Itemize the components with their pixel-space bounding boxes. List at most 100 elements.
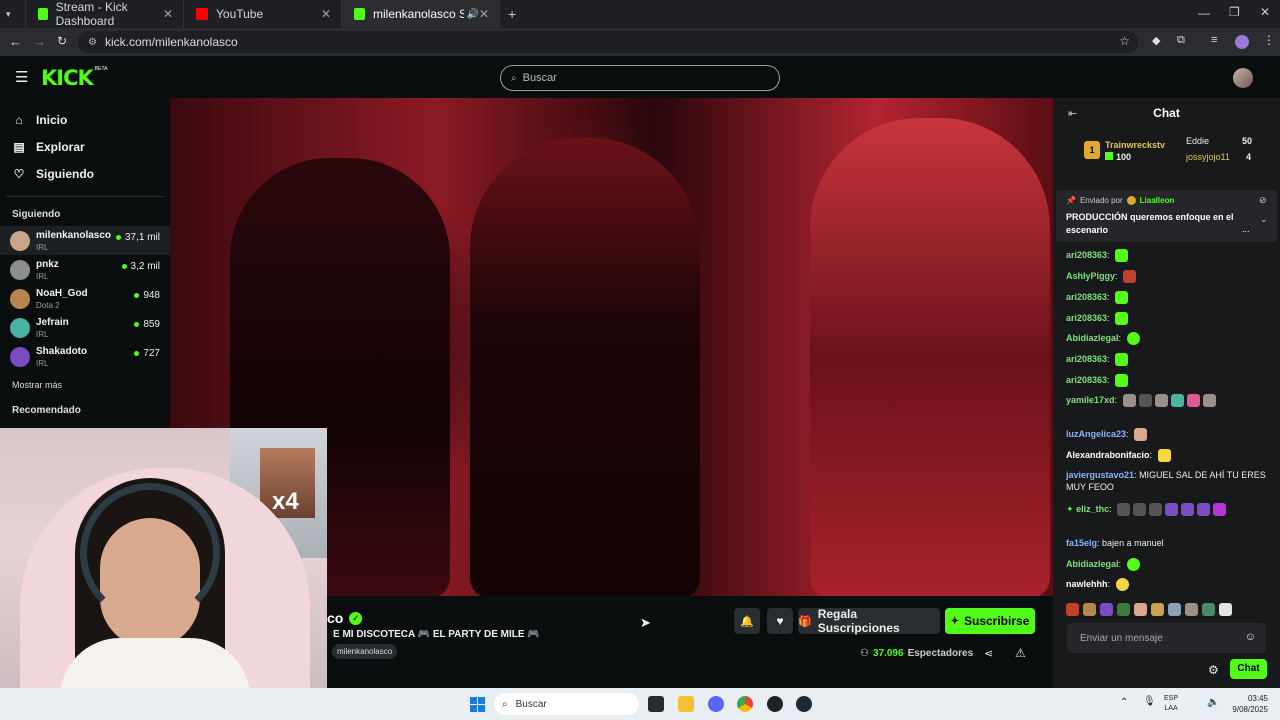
- viewer-count-text: 37,1 mil: [124, 232, 160, 243]
- emote-icon: [1157, 449, 1171, 463]
- chat-send-button[interactable]: Chat: [1230, 659, 1267, 679]
- reading-list-icon[interactable]: ≡: [1211, 34, 1217, 46]
- volume-icon[interactable]: 🔈: [1207, 697, 1219, 708]
- site-info-icon[interactable]: ⚙: [88, 37, 97, 48]
- browser-menu-icon[interactable]: ⋮: [1263, 33, 1275, 47]
- reload-icon[interactable]: ↻: [57, 34, 67, 48]
- forward-icon[interactable]: →: [33, 34, 46, 49]
- chat-username[interactable]: ari208363: [1066, 375, 1107, 385]
- profile-avatar-icon[interactable]: [1235, 35, 1249, 49]
- pinned-message[interactable]: 📌 Enviado por Liaalleon PRODUCCIÓN quere…: [1056, 190, 1277, 242]
- emote-icon[interactable]: [1202, 603, 1215, 616]
- chat-username[interactable]: Abidiazlegal: [1066, 559, 1119, 569]
- following-channel-item[interactable]: Shakadoto IRL 727: [0, 342, 170, 371]
- close-window-button[interactable]: ✕: [1260, 5, 1270, 19]
- file-explorer-icon[interactable]: [678, 696, 694, 712]
- minimize-button[interactable]: —: [1198, 6, 1210, 20]
- emote-icon[interactable]: [1219, 603, 1232, 616]
- nav-siguiendo[interactable]: ♡ Siguiendo: [0, 160, 170, 187]
- nav-explorar[interactable]: ▤ Explorar: [0, 133, 170, 160]
- chat-username[interactable]: ari208363: [1066, 354, 1107, 364]
- maximize-button[interactable]: ❐: [1229, 5, 1240, 19]
- subscribe-button[interactable]: ✦ Suscribirse: [945, 608, 1035, 634]
- start-button[interactable]: [470, 697, 485, 712]
- hamburger-menu-icon[interactable]: ☰: [15, 68, 28, 86]
- chat-username[interactable]: yamile17xd: [1066, 395, 1115, 405]
- chat-username[interactable]: luzAngelica23: [1066, 429, 1126, 439]
- browser-tab-youtube[interactable]: YouTube ✕: [184, 0, 342, 28]
- clock-date: 9/08/2025: [1232, 705, 1268, 714]
- bookmark-star-icon[interactable]: ☆: [1119, 34, 1130, 48]
- channel-name: NoaH_God: [36, 287, 88, 299]
- chevron-down-icon[interactable]: ⌄: [1260, 214, 1268, 225]
- share-icon[interactable]: ⋖: [984, 647, 993, 660]
- leaderboard-name[interactable]: Trainwreckstv: [1105, 140, 1165, 150]
- emote-icon[interactable]: [1151, 603, 1164, 616]
- stream-tag[interactable]: milenkanolasco: [332, 644, 398, 659]
- chat-username[interactable]: Alexandrabonifacio: [1066, 450, 1150, 460]
- emote-icon[interactable]: [1083, 603, 1096, 616]
- steam-icon[interactable]: [796, 696, 812, 712]
- emote-icon[interactable]: [1185, 603, 1198, 616]
- speaker-icon[interactable]: 🔊: [466, 9, 478, 20]
- discord-icon[interactable]: [708, 696, 724, 712]
- chrome-icon[interactable]: [737, 696, 753, 712]
- chat-username[interactable]: ari208363: [1066, 250, 1107, 260]
- streamer-name[interactable]: co: [327, 610, 343, 626]
- video-figure: [470, 138, 700, 596]
- close-icon[interactable]: ✕: [321, 7, 331, 21]
- chat-input[interactable]: Enviar un mensaje ☺: [1067, 623, 1266, 653]
- chat-settings-gear-icon[interactable]: ⚙: [1208, 663, 1219, 677]
- chat-username[interactable]: javiergustavo21: [1066, 470, 1134, 480]
- following-channel-item[interactable]: NoaH_God Dota 2 948: [0, 284, 170, 313]
- gift-icon: [1105, 152, 1113, 160]
- nav-inicio[interactable]: ⌂ Inicio: [0, 106, 170, 133]
- tab-list-button[interactable]: ▾: [0, 0, 26, 28]
- extensions-puzzle-icon[interactable]: ⧉: [1177, 34, 1185, 47]
- emote-icon[interactable]: [1066, 603, 1079, 616]
- chat-username[interactable]: eliz_thc: [1076, 504, 1109, 514]
- search-placeholder: Buscar: [522, 72, 557, 84]
- kick-logo[interactable]: KICK BETA: [41, 66, 107, 90]
- chat-username[interactable]: nawlehhh: [1066, 579, 1108, 589]
- sparkle-icon: ✦: [1066, 504, 1074, 514]
- task-view-icon[interactable]: [648, 696, 664, 712]
- chat-username[interactable]: ari208363: [1066, 313, 1107, 323]
- emote-icon[interactable]: [1168, 603, 1181, 616]
- show-more-link[interactable]: Mostrar más: [0, 380, 170, 390]
- back-icon[interactable]: ←: [9, 34, 22, 49]
- close-icon[interactable]: ✕: [479, 7, 489, 21]
- user-avatar[interactable]: [1233, 68, 1253, 88]
- chat-username[interactable]: ari208363: [1066, 292, 1107, 302]
- language-indicator[interactable]: ESP LAA: [1164, 694, 1178, 714]
- tray-chevron-up-icon[interactable]: ⌃: [1120, 697, 1128, 708]
- report-warning-icon[interactable]: ⚠: [1015, 646, 1026, 660]
- extension-diamond-icon[interactable]: ◆: [1152, 34, 1160, 47]
- browser-tab-milenkanolasco[interactable]: milenkanolasco Stream - W 🔊 ✕: [342, 0, 500, 28]
- new-tab-button[interactable]: +: [508, 6, 516, 22]
- clock[interactable]: 03:45 9/08/2025: [1228, 693, 1268, 715]
- leaderboard-name[interactable]: jossyjojo11: [1186, 152, 1230, 162]
- address-bar[interactable]: ⚙ kick.com/milenkanolasco ☆: [78, 31, 1138, 53]
- chat-username[interactable]: AshlyPiggy: [1066, 271, 1115, 281]
- chat-username[interactable]: Abidiazlegal: [1066, 333, 1119, 343]
- following-channel-item[interactable]: pnkz IRL 3,2 mil: [0, 255, 170, 284]
- close-icon[interactable]: ✕: [163, 7, 173, 21]
- unpin-icon[interactable]: ⊘: [1259, 195, 1267, 206]
- browser-tab-kick-dashboard[interactable]: Stream - Kick Dashboard ✕: [26, 0, 184, 28]
- chat-username[interactable]: fa15elg: [1066, 538, 1097, 548]
- obs-icon[interactable]: [767, 696, 783, 712]
- emote-icon[interactable]: [1100, 603, 1113, 616]
- gift-subscriptions-button[interactable]: 🎁 Regala Suscripciones: [798, 607, 940, 635]
- emote-icon[interactable]: [1134, 603, 1147, 616]
- following-channel-item[interactable]: milenkanolasco IRL 37,1 mil: [0, 226, 170, 255]
- follow-heart-button[interactable]: ♥: [767, 608, 793, 634]
- notification-bell-button[interactable]: 🔔: [734, 608, 760, 634]
- following-channel-item[interactable]: Jefrain IRL 859: [0, 313, 170, 342]
- search-input[interactable]: ⌕ Buscar: [500, 65, 780, 91]
- emoji-picker-icon[interactable]: ☺: [1245, 631, 1256, 643]
- emote-icon[interactable]: [1117, 603, 1130, 616]
- microphone-icon[interactable]: 🎙: [1143, 696, 1156, 707]
- taskbar-search[interactable]: ⌕ Buscar: [494, 693, 639, 715]
- leaderboard-name[interactable]: Eddie: [1186, 136, 1209, 146]
